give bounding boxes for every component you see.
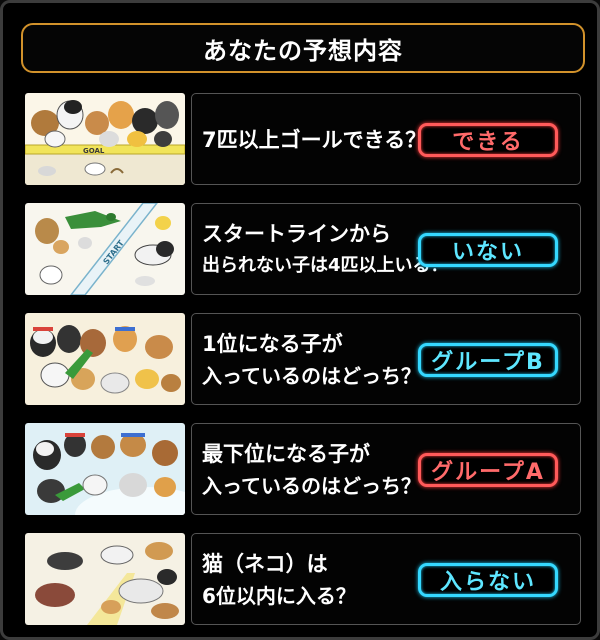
question-text: 猫（ネコ）は 6位以内に入る？	[202, 534, 422, 626]
page-title: あなたの予想内容	[203, 36, 403, 65]
question-box: 猫（ネコ）は 6位以内に入る？ 入らない	[191, 533, 581, 625]
group-a-illustration-icon	[25, 423, 185, 515]
question-text: 最下位になる子が 入っているのはどっち？	[202, 424, 422, 516]
question-box: 最下位になる子が 入っているのはどっち？ グループA	[191, 423, 581, 515]
question-box: 7匹以上ゴールできる？ できる	[191, 93, 581, 185]
goal-group-illustration-icon: GOAL	[25, 93, 185, 185]
question-line-1: 最下位になる子が	[202, 442, 370, 466]
group-b-illustration-icon	[25, 313, 185, 405]
svg-text:GOAL: GOAL	[83, 147, 105, 155]
start-line-illustration-icon: START	[25, 203, 185, 295]
prediction-row: 1位になる子が 入っているのはどっち？ グループB	[25, 313, 581, 405]
answer-badge: グループA	[418, 453, 558, 487]
answer-badge: グループB	[418, 343, 558, 377]
answer-badge: できる	[418, 123, 558, 157]
prediction-panel: あなたの予想内容 GOAL 7匹以上ゴールできる？ できる START スタート…	[0, 0, 600, 640]
prediction-row: 猫（ネコ）は 6位以内に入る？ 入らない	[25, 533, 581, 625]
question-line-2: 入っているのはどっち？	[202, 364, 421, 388]
question-text: 7匹以上ゴールできる？	[202, 94, 427, 186]
title-bar: あなたの予想内容	[21, 23, 585, 73]
prediction-row: 最下位になる子が 入っているのはどっち？ グループA	[25, 423, 581, 515]
question-line-2: 出られない子は4匹以上いる？	[202, 255, 449, 276]
question-box: スタートラインから 出られない子は4匹以上いる？ いない	[191, 203, 581, 295]
question-line-1: 猫（ネコ）は	[202, 552, 328, 576]
question-line-1: 7匹以上ゴールできる？	[202, 128, 427, 152]
question-line-2: 入っているのはどっち？	[202, 474, 421, 498]
cat-race-illustration-icon	[25, 533, 185, 625]
question-line-1: 1位になる子が	[202, 332, 343, 356]
question-line-2: 6位以内に入る？	[202, 584, 356, 608]
prediction-row: START スタートラインから 出られない子は4匹以上いる？ いない	[25, 203, 581, 295]
question-text: スタートラインから 出られない子は4匹以上いる？	[202, 204, 449, 296]
answer-badge: いない	[418, 233, 558, 267]
question-box: 1位になる子が 入っているのはどっち？ グループB	[191, 313, 581, 405]
prediction-row: GOAL 7匹以上ゴールできる？ できる	[25, 93, 581, 185]
question-text: 1位になる子が 入っているのはどっち？	[202, 314, 422, 406]
answer-badge: 入らない	[418, 563, 558, 597]
question-line-1: スタートラインから	[202, 222, 391, 246]
